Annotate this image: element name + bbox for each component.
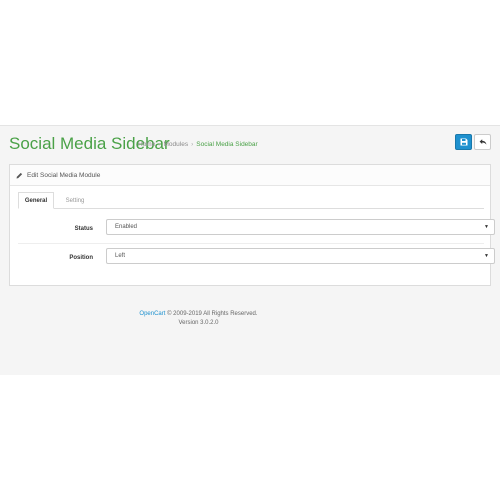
- status-row: Status Enabled ▼: [18, 216, 495, 244]
- reply-icon: [479, 138, 487, 146]
- admin-screen: Social Media Sidebar Home › Modules › Social…: [0, 125, 500, 375]
- panel-heading: Edit Social Media Module: [10, 165, 490, 186]
- breadcrumb-current[interactable]: Social Media Sidebar: [196, 141, 257, 148]
- position-select-value: Left: [115, 253, 126, 259]
- position-select[interactable]: Left ▼: [106, 248, 495, 264]
- caret-down-icon: ▼: [484, 224, 489, 230]
- copyright-text: © 2009-2019 All Rights Reserved.: [167, 311, 258, 317]
- position-label: Position: [69, 255, 93, 261]
- tab-bar: General Setting: [18, 192, 484, 209]
- edit-module-panel: Edit Social Media Module General Setting…: [9, 164, 495, 286]
- back-button[interactable]: [474, 134, 491, 150]
- panel-heading-text: Edit Social Media Module: [27, 171, 101, 179]
- save-button[interactable]: [455, 134, 472, 150]
- opencart-link[interactable]: OpenCart: [139, 311, 165, 317]
- save-icon: [460, 138, 468, 146]
- breadcrumb-separator: ›: [158, 141, 161, 148]
- status-label: Status: [74, 226, 93, 232]
- breadcrumb-separator: ›: [191, 141, 194, 148]
- breadcrumb-home[interactable]: Home: [138, 141, 155, 148]
- position-row: Position Left ▼: [18, 245, 495, 273]
- caret-down-icon: ▼: [484, 253, 489, 259]
- footer: OpenCart © 2009-2019 All Rights Reserved…: [0, 310, 397, 327]
- status-select[interactable]: Enabled ▼: [106, 219, 495, 235]
- version-text: Version 3.0.2.0: [178, 319, 219, 326]
- status-select-value: Enabled: [115, 224, 138, 230]
- pencil-icon: [16, 172, 23, 179]
- tab-setting[interactable]: Setting: [61, 192, 89, 209]
- tab-general[interactable]: General: [18, 192, 54, 209]
- breadcrumb: Home › Modules › Social Media Sidebar: [138, 141, 258, 148]
- footer-copyright-line: OpenCart © 2009-2019 All Rights Reserved…: [0, 310, 397, 319]
- breadcrumb-modules[interactable]: Modules: [164, 141, 189, 148]
